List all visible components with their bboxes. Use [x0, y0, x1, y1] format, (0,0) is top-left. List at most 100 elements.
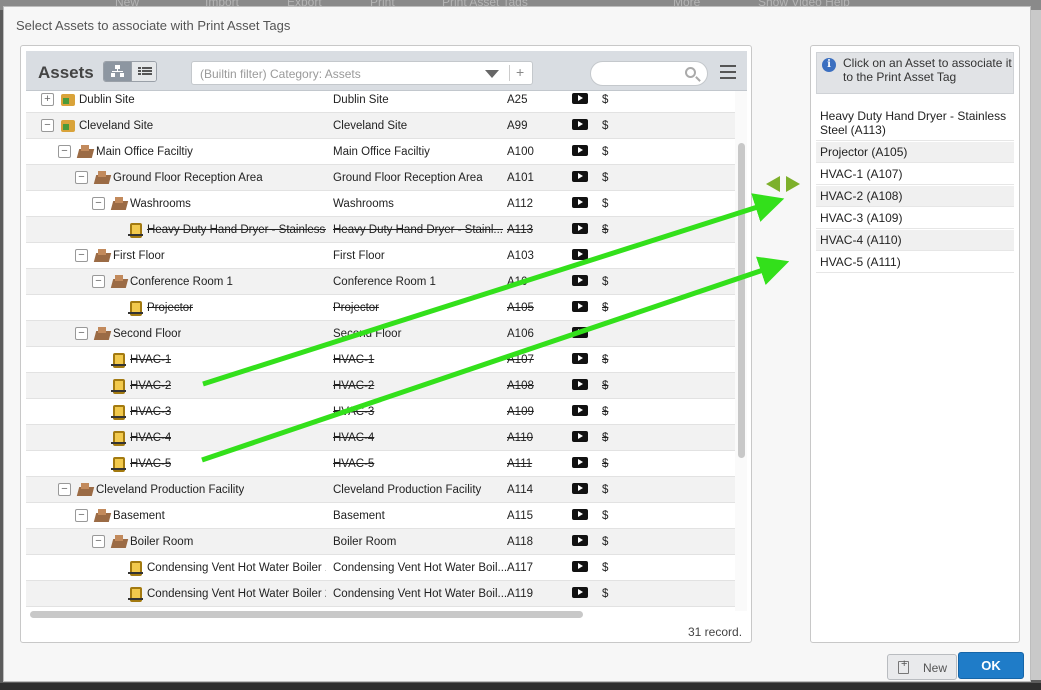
asset-name[interactable]: HVAC-4 — [130, 432, 171, 444]
video-play-icon[interactable] — [572, 483, 588, 494]
selected-asset-item[interactable]: Projector (A105) — [816, 142, 1014, 163]
video-play-icon[interactable] — [572, 249, 588, 260]
asset-name[interactable]: Second Floor — [113, 328, 181, 340]
asset-description: HVAC-2 — [333, 380, 375, 392]
vertical-scrollbar[interactable] — [738, 143, 745, 458]
video-play-icon[interactable] — [572, 301, 588, 312]
selected-asset-item[interactable]: HVAC-4 (A110) — [816, 230, 1014, 251]
video-play-icon[interactable] — [572, 431, 588, 442]
video-play-icon[interactable] — [572, 353, 588, 364]
table-row[interactable]: − Washrooms Washrooms A112 $ — [26, 191, 735, 217]
asset-name[interactable]: Boiler Room — [130, 536, 193, 548]
video-play-icon[interactable] — [572, 509, 588, 520]
table-row[interactable]: Heavy Duty Hand Dryer - Stainless... Heav… — [26, 217, 735, 243]
video-play-icon[interactable] — [572, 145, 588, 156]
selected-asset-item[interactable]: HVAC-1 (A107) — [816, 164, 1014, 185]
asset-code: A113 — [507, 224, 534, 236]
builtin-filter-dropdown[interactable]: (Builtin filter) Category: Assets + — [191, 61, 533, 85]
table-row[interactable]: Condensing Vent Hot Water Boiler 1 Conden… — [26, 555, 735, 581]
table-row[interactable]: − Boiler Room Boiler Room A118 $ — [26, 529, 735, 555]
table-row[interactable]: Condensing Vent Hot Water Boiler 2 Conden… — [26, 581, 735, 607]
table-row[interactable]: − Cleveland Production Facility Cleveland … — [26, 477, 735, 503]
asset-name[interactable]: HVAC-5 — [130, 458, 171, 470]
selected-asset-item[interactable]: HVAC-2 (A108) — [816, 186, 1014, 207]
selected-asset-item[interactable]: HVAC-5 (A111) — [816, 252, 1014, 273]
collapse-icon[interactable]: − — [92, 197, 105, 210]
collapse-icon[interactable]: − — [75, 327, 88, 340]
selected-asset-item[interactable]: HVAC-3 (A109) — [816, 208, 1014, 229]
collapse-icon[interactable]: − — [92, 275, 105, 288]
video-play-icon[interactable] — [572, 405, 588, 416]
table-row[interactable]: HVAC-1 HVAC-1 A107 $ — [26, 347, 735, 373]
horizontal-scrollbar[interactable] — [30, 611, 583, 618]
new-button[interactable]: New — [887, 654, 957, 680]
video-play-icon[interactable] — [572, 119, 588, 130]
video-play-icon[interactable] — [572, 275, 588, 286]
move-arrows[interactable] — [766, 175, 804, 193]
collapse-icon[interactable]: − — [41, 119, 54, 132]
asset-name[interactable]: Ground Floor Reception Area — [113, 172, 263, 184]
asset-name[interactable]: Projector — [147, 302, 193, 314]
asset-name[interactable]: Condensing Vent Hot Water Boiler 2 — [147, 588, 326, 600]
asset-code: A111 — [507, 458, 533, 470]
grid-header: Assets (Builtin filter) Category: Assets… — [26, 51, 747, 91]
video-play-icon[interactable] — [572, 93, 588, 104]
table-row[interactable]: HVAC-2 HVAC-2 A108 $ — [26, 373, 735, 399]
add-filter-button[interactable]: + — [516, 64, 524, 80]
video-play-icon[interactable] — [572, 379, 588, 390]
asset-name[interactable]: Heavy Duty Hand Dryer - Stainless... — [147, 224, 326, 236]
video-play-icon[interactable] — [572, 171, 588, 182]
table-row[interactable]: − Basement Basement A115 $ — [26, 503, 735, 529]
table-row[interactable]: − Main Office Faciltiy Main Office Facilti… — [26, 139, 735, 165]
ok-button[interactable]: OK — [958, 652, 1024, 679]
collapse-icon[interactable]: − — [92, 535, 105, 548]
video-play-icon[interactable] — [572, 327, 588, 338]
video-play-icon[interactable] — [572, 223, 588, 234]
search-icon[interactable] — [685, 67, 696, 78]
search-input[interactable] — [590, 61, 708, 86]
asset-name[interactable]: Cleveland Site — [79, 120, 153, 132]
asset-name[interactable]: Washrooms — [130, 198, 191, 210]
video-play-icon[interactable] — [572, 535, 588, 546]
arrow-left-icon[interactable] — [766, 176, 780, 192]
arrow-right-icon[interactable] — [786, 176, 800, 192]
video-play-icon[interactable] — [572, 457, 588, 468]
asset-name[interactable]: HVAC-1 — [130, 354, 171, 366]
asset-name[interactable]: Cleveland Production Facility — [96, 484, 244, 496]
video-play-icon[interactable] — [572, 197, 588, 208]
table-row[interactable]: HVAC-3 HVAC-3 A109 $ — [26, 399, 735, 425]
table-row[interactable]: HVAC-5 HVAC-5 A111 $ — [26, 451, 735, 477]
asset-description: HVAC-4 — [333, 432, 375, 444]
asset-name[interactable]: HVAC-3 — [130, 406, 171, 418]
collapse-icon[interactable]: − — [75, 171, 88, 184]
asset-name[interactable]: Main Office Faciltiy — [96, 146, 193, 158]
collapse-icon[interactable]: − — [58, 483, 71, 496]
list-view-button[interactable] — [131, 62, 156, 81]
selected-asset-item[interactable]: Heavy Duty Hand Dryer - Stainless Steel … — [816, 106, 1014, 141]
video-play-icon[interactable] — [572, 587, 588, 598]
collapse-icon[interactable]: − — [75, 509, 88, 522]
column-menu-icon[interactable] — [720, 64, 736, 80]
table-row[interactable]: Projector Projector A105 $ — [26, 295, 735, 321]
asset-name[interactable]: Condensing Vent Hot Water Boiler 1 — [147, 562, 326, 574]
expand-icon[interactable]: + — [41, 93, 54, 106]
table-row[interactable]: − Conference Room 1 Conference Room 1 A10 $ — [26, 269, 735, 295]
collapse-icon[interactable]: − — [75, 249, 88, 262]
table-row[interactable]: + Dublin Site Dublin Site A25 $ — [26, 91, 735, 113]
video-play-icon[interactable] — [572, 561, 588, 572]
table-row[interactable]: − Cleveland Site Cleveland Site A99 $ — [26, 113, 735, 139]
collapse-icon[interactable]: − — [58, 145, 71, 158]
table-row[interactable]: − First Floor First Floor A103 — [26, 243, 735, 269]
building-icon — [77, 482, 93, 497]
chevron-down-icon[interactable] — [485, 70, 499, 78]
asset-name[interactable]: Dublin Site — [79, 94, 135, 106]
table-row[interactable]: − Ground Floor Reception Area Ground Floor… — [26, 165, 735, 191]
asset-name[interactable]: HVAC-2 — [130, 380, 171, 392]
tree-view-button[interactable] — [104, 62, 131, 81]
asset-name[interactable]: First Floor — [113, 250, 165, 262]
table-row[interactable]: − Second Floor Second Floor A106 — [26, 321, 735, 347]
asset-name[interactable]: Basement — [113, 510, 165, 522]
asset-description: First Floor — [333, 250, 385, 262]
table-row[interactable]: HVAC-4 HVAC-4 A110 $ — [26, 425, 735, 451]
asset-name[interactable]: Conference Room 1 — [130, 276, 233, 288]
